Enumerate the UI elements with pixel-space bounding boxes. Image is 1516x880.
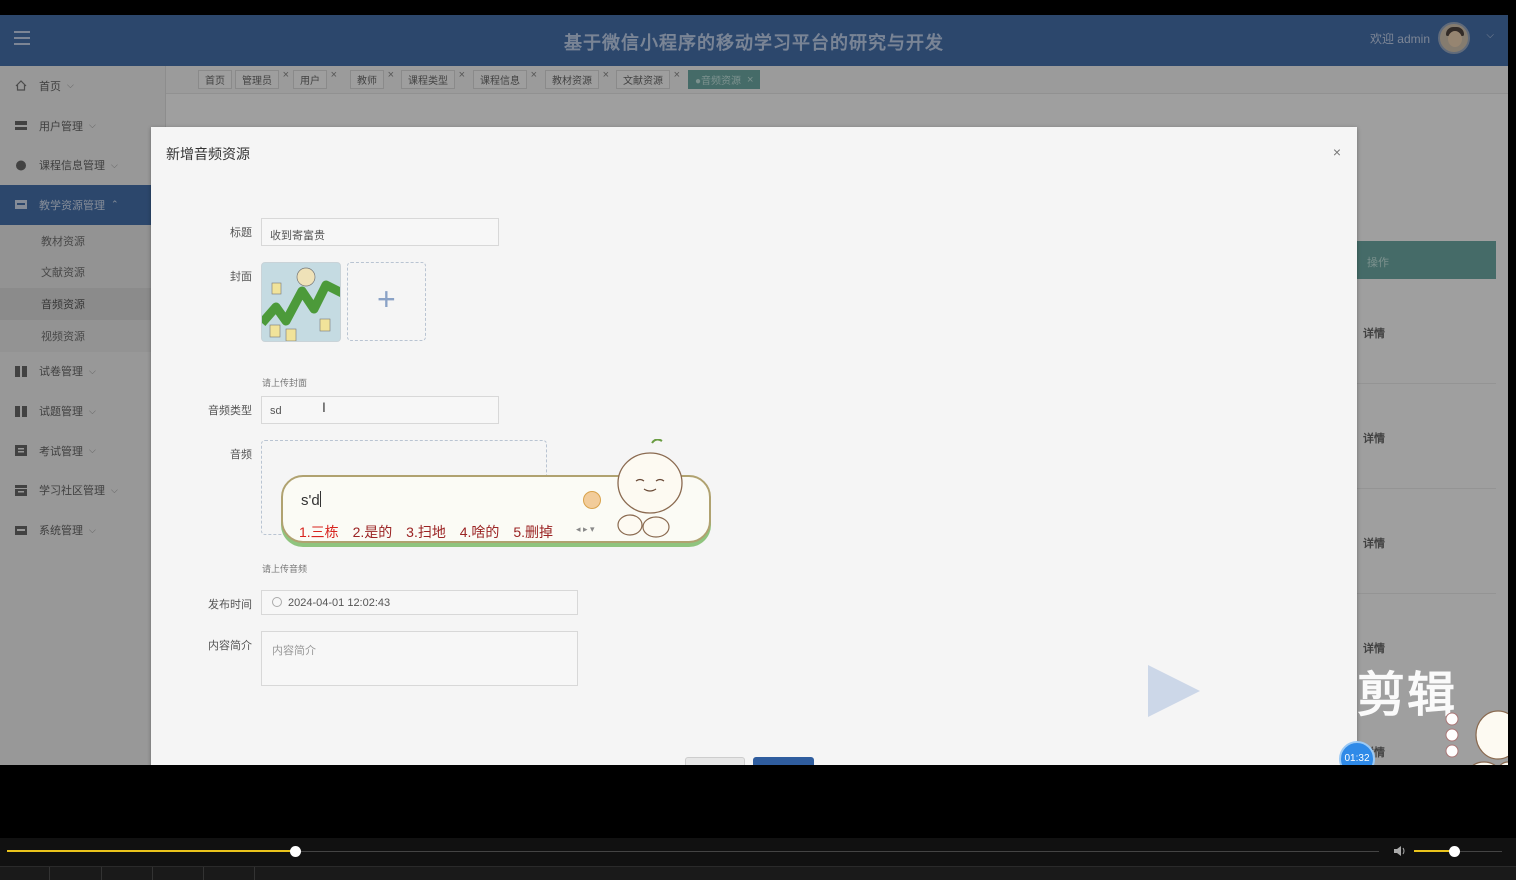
toolbar-segment[interactable] (204, 867, 255, 880)
volume-icon[interactable] (1393, 845, 1407, 857)
cover-hint: 请上传封面 (262, 378, 308, 388)
intro-label: 内容简介 (208, 640, 252, 652)
ime-page-arrows-icon[interactable]: ◂ ▸ ▾ (576, 524, 595, 535)
volume-fill (1414, 850, 1454, 852)
cancel-button[interactable] (685, 757, 745, 765)
toolbar-segment[interactable] (50, 867, 102, 880)
ime-composition-text: s'd (301, 492, 320, 509)
audio-hint: 请上传音频 (262, 564, 308, 574)
toolbar-segment[interactable] (153, 867, 204, 880)
ime-emoji-icon[interactable] (583, 491, 601, 509)
audio-label: 音频 (230, 449, 252, 461)
text-cursor-icon: I (322, 399, 326, 415)
play-watermark-icon (1148, 665, 1200, 717)
ime-candidate[interactable]: 4.啥的 (460, 524, 500, 540)
type-label: 音频类型 (208, 405, 252, 417)
app-screenshot: 基于微信小程序的移动学习平台的研究与开发 欢迎 admin ⌵ 首页 ⌵ 用户管理… (0, 15, 1508, 765)
ime-candidate[interactable]: 3.扫地 (406, 524, 446, 540)
volume-handle[interactable] (1448, 846, 1460, 857)
player-toolbar (0, 866, 1516, 880)
ime-candidate[interactable]: 5.删掉 (513, 524, 553, 540)
cover-upload-button[interactable]: + (347, 262, 426, 341)
date-label: 发布时间 (208, 599, 252, 611)
ime-candidate[interactable]: 1.三栋 (299, 524, 339, 540)
cover-image[interactable] (261, 262, 341, 342)
video-player: 基于微信小程序的移动学习平台的研究与开发 欢迎 admin ⌵ 首页 ⌵ 用户管理… (0, 0, 1516, 880)
publish-date-value: 2024-04-01 12:02:43 (288, 597, 391, 609)
toolbar-segment[interactable] (0, 867, 50, 880)
confirm-button[interactable] (753, 757, 814, 765)
ime-candidates: 1.三栋 2.是的 3.扫地 4.啥的 5.删掉 (299, 522, 563, 542)
ime-candidate[interactable]: 2.是的 (353, 524, 393, 540)
close-icon[interactable]: × (1333, 144, 1341, 160)
progress-handle[interactable] (290, 846, 302, 857)
title-field[interactable]: 收到寄富贵 (261, 218, 499, 246)
player-controls (0, 838, 1516, 880)
dialog-title: 新增音频资源 (166, 146, 250, 162)
cover-label: 封面 (230, 271, 252, 283)
mascot-sticker-icon (1445, 710, 1508, 765)
toolbar-segment[interactable] (102, 867, 153, 880)
ime-mascot-icon (617, 439, 683, 538)
publish-date-field[interactable]: 2024-04-01 12:02:43 (261, 590, 578, 615)
plus-icon: + (377, 281, 396, 317)
clock-icon (272, 597, 282, 607)
audio-type-field[interactable]: sd (261, 396, 499, 424)
progress-fill (7, 850, 296, 852)
title-label: 标题 (230, 227, 252, 239)
intro-textarea[interactable]: 内容简介 (261, 631, 578, 686)
ime-composition: s'd (301, 491, 321, 509)
